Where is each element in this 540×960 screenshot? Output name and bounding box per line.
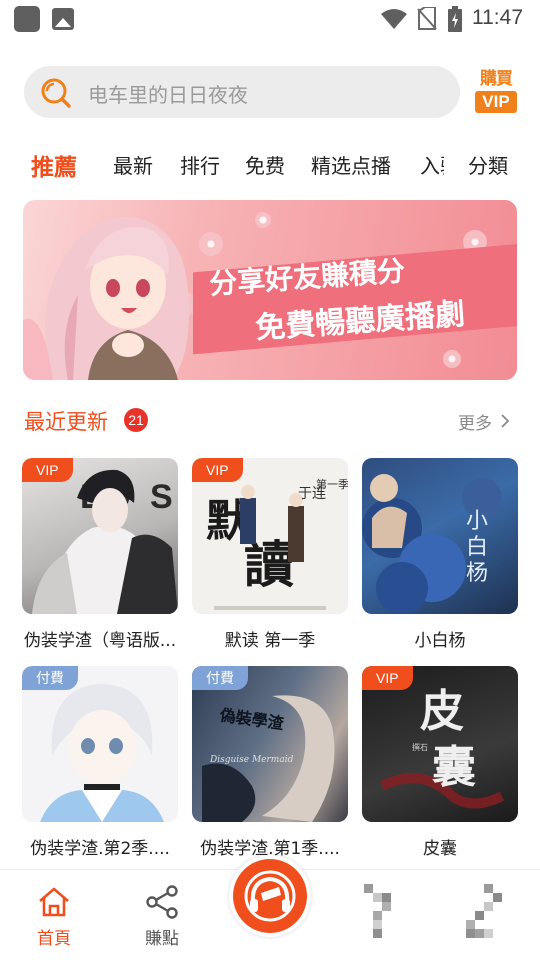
headphones-icon	[244, 870, 296, 922]
drama-card[interactable]: DO S VIP 伪装学渣（粤语版...	[22, 458, 178, 651]
no-sim-icon	[417, 7, 437, 30]
buy-vip-button[interactable]: 購買 VIP	[474, 68, 518, 114]
cover-image: 偽裝學渣 Disguise Mermaid 付費	[192, 666, 348, 822]
cover-art: 小 白 杨	[362, 474, 502, 614]
tab-free[interactable]: 免费	[245, 150, 285, 179]
anime-girl-illustration	[23, 216, 189, 380]
recent-updates-title: 最近更新	[24, 410, 108, 434]
player-button-inner	[233, 859, 307, 933]
cover-image: 付費	[22, 666, 178, 822]
svg-text:第一季: 第一季	[316, 477, 348, 491]
cover-image: 默 讀 于连 第一季 VIP	[192, 458, 348, 614]
placeholder-icon	[466, 884, 502, 938]
drama-card[interactable]: 偽裝學渣 Disguise Mermaid 付費 伪装学渣.第1季....	[192, 666, 348, 859]
promo-banner[interactable]: 分享好友賺積分 免費暢聽廣播劇	[23, 200, 517, 380]
search-placeholder: 电车里的日日夜夜	[88, 83, 248, 107]
nav-home-label: 首頁	[37, 929, 71, 949]
more-link[interactable]: 更多	[458, 409, 492, 434]
svg-text:Disguise Mermaid: Disguise Mermaid	[209, 755, 294, 765]
drama-card[interactable]: 皮 囊 撰石 VIP 皮囊	[362, 666, 518, 859]
cover-image: 小 白 杨	[362, 458, 518, 614]
nav-earn[interactable]: 賺點	[122, 870, 202, 960]
svg-text:囊: 囊	[432, 742, 476, 793]
drama-title: 默读 第一季	[224, 631, 316, 651]
share-icon	[146, 885, 178, 919]
chevron-right-icon[interactable]	[500, 413, 510, 429]
category-tabs: 推薦 最新 排行 免费 精选点播 入驻 分類	[0, 142, 520, 186]
paid-badge: 付費	[22, 666, 78, 690]
drama-card[interactable]: 默 讀 于连 第一季 VIP 默读 第一季	[192, 458, 348, 651]
drama-title: 伪装学渣.第2季....	[30, 839, 170, 859]
svg-text:皮: 皮	[420, 686, 464, 737]
nav-earn-label: 賺點	[145, 929, 179, 949]
svg-text:S: S	[150, 478, 173, 516]
clock: 11:47	[472, 6, 523, 29]
cover-image: 皮 囊 撰石 VIP	[362, 666, 518, 822]
drama-card[interactable]: 小 白 杨 小白杨	[362, 458, 518, 651]
search-icon	[41, 78, 71, 108]
tab-categories[interactable]: 分類	[468, 150, 508, 179]
drama-card[interactable]: 付費 伪装学渣.第2季....	[22, 666, 178, 859]
flower-decoration	[255, 212, 271, 228]
update-count-badge: 21	[124, 408, 148, 432]
battery-charging-icon	[448, 6, 462, 32]
svg-text:白: 白	[466, 535, 488, 560]
player-button[interactable]	[229, 855, 311, 937]
wifi-icon	[381, 9, 407, 29]
drama-title: 伪装学渣（粤语版...	[23, 631, 177, 651]
app-notification-icon	[14, 6, 40, 32]
home-icon	[39, 887, 69, 917]
svg-text:小: 小	[466, 509, 488, 534]
tab-latest[interactable]: 最新	[113, 150, 153, 179]
buy-vip-label: 購買	[480, 69, 513, 89]
nav-item-3[interactable]	[348, 870, 428, 960]
tab-settle-in[interactable]: 入驻	[420, 150, 444, 179]
nav-item-4[interactable]	[446, 870, 526, 960]
drama-title: 皮囊	[423, 839, 457, 859]
tab-recommended[interactable]: 推薦	[31, 148, 77, 182]
gallery-notification-icon	[52, 8, 74, 30]
cover-image: DO S VIP	[22, 458, 178, 614]
vip-badge: VIP	[22, 458, 73, 482]
paid-badge: 付費	[192, 666, 248, 690]
drama-title: 小白杨	[414, 631, 466, 651]
tab-ranking[interactable]: 排行	[180, 150, 220, 179]
svg-text:偽裝學渣: 偽裝學渣	[218, 705, 286, 733]
placeholder-icon	[364, 884, 391, 938]
svg-text:杨: 杨	[466, 561, 488, 586]
tab-featured[interactable]: 精选点播	[311, 150, 391, 179]
svg-text:撰石: 撰石	[412, 742, 428, 752]
vip-badge: VIP	[362, 666, 413, 690]
nav-home[interactable]: 首頁	[14, 870, 94, 960]
flower-decoration	[443, 350, 461, 368]
search-input[interactable]: 电车里的日日夜夜	[24, 66, 460, 118]
vip-label: VIP	[475, 91, 517, 113]
vip-badge: VIP	[192, 458, 243, 482]
status-bar: 11:47	[0, 0, 540, 38]
